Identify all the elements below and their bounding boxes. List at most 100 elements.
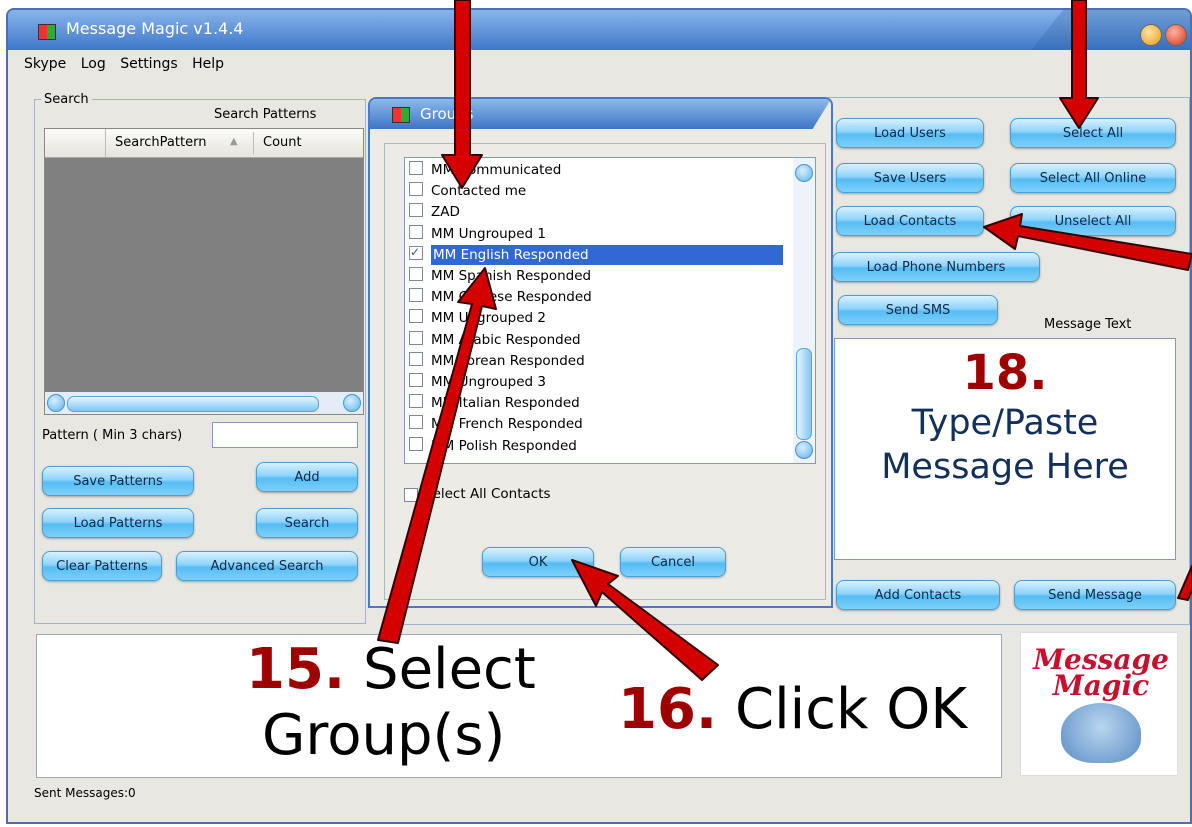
step-18-line1: Type/Paste	[911, 403, 1099, 443]
step-16-number: 16.	[618, 677, 718, 742]
sent-messages-status: Sent Messages:0	[34, 786, 136, 800]
group-label: Contacted me	[431, 183, 527, 200]
group-checkbox[interactable]	[409, 267, 423, 281]
step-15-number: 15.	[246, 637, 346, 702]
group-checkbox[interactable]	[409, 224, 423, 239]
step-18-line2: Message Here	[881, 447, 1129, 487]
minimize-button[interactable]	[1140, 24, 1162, 46]
load-contacts-button[interactable]: Load Contacts	[836, 206, 984, 236]
step-15-line1: Select	[363, 637, 536, 702]
select-all-button[interactable]: Select All	[1010, 118, 1176, 148]
column-divider	[253, 132, 254, 154]
group-item[interactable]: MM French Responded	[409, 414, 583, 434]
message-textarea[interactable]: 18. Type/Paste Message Here	[834, 338, 1176, 560]
load-patterns-button[interactable]: Load Patterns	[42, 508, 194, 538]
group-checkbox[interactable]	[409, 351, 423, 366]
group-item[interactable]: MM Korean Responded	[409, 351, 585, 371]
unselect-all-button[interactable]: Unselect All	[1010, 206, 1176, 236]
search-button[interactable]: Search	[256, 508, 358, 538]
ok-button[interactable]: OK	[482, 547, 594, 577]
group-label: MM Spanish Responded	[431, 268, 592, 284]
pattern-input[interactable]	[212, 422, 358, 448]
menu-log[interactable]: Log	[81, 56, 106, 72]
group-item[interactable]: MM Chinese Responded	[409, 287, 592, 307]
menu-settings[interactable]: Settings	[120, 56, 177, 72]
menu-bar: Skype Log Settings Help	[24, 56, 234, 72]
add-contacts-button[interactable]: Add Contacts	[836, 580, 1000, 610]
group-label: MM Ungrouped 2	[431, 310, 546, 327]
column-searchpattern[interactable]: SearchPattern	[115, 135, 206, 150]
group-checkbox[interactable]	[409, 394, 423, 409]
group-item[interactable]: MM Communicated	[409, 160, 561, 180]
group-item[interactable]: MM Polish Responded	[409, 436, 577, 456]
load-users-button[interactable]: Load Users	[836, 118, 984, 148]
globe-icon	[1061, 703, 1141, 763]
groups-dialog-title: Groups	[420, 105, 474, 123]
vertical-scrollbar[interactable]	[793, 158, 815, 463]
title-bar[interactable]: Message Magic v1.4.4	[8, 10, 1190, 50]
search-legend: Search	[44, 92, 89, 107]
group-checkbox[interactable]	[409, 242, 423, 262]
select-all-contacts-label: Select All Contacts	[424, 486, 551, 502]
message-magic-logo: Message Magic	[1020, 632, 1178, 776]
close-button[interactable]	[1165, 24, 1187, 46]
group-item[interactable]: MM Ungrouped 3	[409, 372, 546, 392]
group-item[interactable]: MM English Responded	[409, 242, 783, 265]
clear-patterns-button[interactable]: Clear Patterns	[42, 551, 162, 581]
group-item[interactable]: Contacted me	[409, 181, 526, 201]
column-count[interactable]: Count	[263, 135, 302, 150]
scroll-right-icon[interactable]	[343, 394, 361, 412]
group-checkbox[interactable]	[409, 288, 423, 303]
group-checkbox[interactable]	[409, 182, 423, 197]
send-sms-button[interactable]: Send SMS	[838, 295, 998, 325]
select-all-contacts-checkbox[interactable]	[404, 488, 418, 502]
save-patterns-button[interactable]: Save Patterns	[42, 466, 194, 496]
advanced-search-button[interactable]: Advanced Search	[176, 551, 358, 581]
group-item[interactable]: MM Arabic Responded	[409, 330, 581, 350]
menu-help[interactable]: Help	[192, 56, 224, 72]
group-label: MM Ungrouped 3	[431, 374, 546, 390]
group-label: MM English Responded	[431, 244, 783, 265]
group-item[interactable]: MM Ungrouped 1	[409, 224, 546, 244]
step-15-line2: Group(s)	[262, 703, 506, 768]
step-16-text: Click OK	[735, 677, 968, 742]
group-checkbox[interactable]	[409, 309, 423, 324]
app-icon	[38, 24, 56, 40]
scroll-left-icon[interactable]	[47, 394, 65, 412]
sort-ascending-icon: ▲	[230, 136, 238, 147]
step-18-number: 18.	[962, 345, 1048, 401]
window-title: Message Magic v1.4.4	[66, 19, 244, 38]
group-label: MM Arabic Responded	[431, 331, 581, 348]
group-checkbox[interactable]	[409, 373, 423, 387]
group-label: MM Italian Responded	[431, 395, 580, 412]
group-label: MM Ungrouped 1	[431, 225, 546, 242]
search-patterns-table[interactable]: SearchPattern ▲ Count	[44, 128, 364, 415]
group-item[interactable]: MM Italian Responded	[409, 393, 580, 413]
horizontal-scrollbar[interactable]	[45, 392, 363, 414]
row-header-cell	[45, 129, 106, 157]
send-message-button[interactable]: Send Message	[1014, 580, 1176, 610]
group-checkbox[interactable]	[409, 330, 423, 345]
group-checkbox[interactable]	[409, 203, 423, 218]
menu-skype[interactable]: Skype	[24, 56, 66, 72]
dialog-icon	[392, 107, 410, 123]
load-phone-numbers-button[interactable]: Load Phone Numbers	[832, 252, 1040, 282]
group-checkbox[interactable]	[409, 436, 423, 451]
save-users-button[interactable]: Save Users	[836, 163, 984, 193]
scroll-up-icon[interactable]	[795, 164, 813, 182]
groups-checklist[interactable]: MM Communicated Contacted me ZAD MM Ungroup…	[404, 157, 816, 464]
group-label: MM Chinese Responded	[431, 289, 592, 306]
step-16-annotation: 16. Click OK	[618, 680, 967, 740]
scrollbar-thumb[interactable]	[796, 348, 812, 440]
group-item[interactable]: MM Spanish Responded	[409, 266, 591, 286]
group-checkbox[interactable]	[409, 415, 423, 430]
scrollbar-thumb[interactable]	[67, 396, 319, 412]
add-button[interactable]: Add	[256, 462, 358, 492]
group-checkbox[interactable]	[409, 161, 423, 175]
select-all-online-button[interactable]: Select All Online	[1010, 163, 1176, 193]
cancel-button[interactable]: Cancel	[620, 547, 726, 577]
group-item[interactable]: ZAD	[409, 202, 460, 222]
group-item[interactable]: MM Ungrouped 2	[409, 308, 546, 328]
logo-text-line2: Magic	[1052, 669, 1150, 702]
scroll-down-icon[interactable]	[795, 441, 813, 459]
